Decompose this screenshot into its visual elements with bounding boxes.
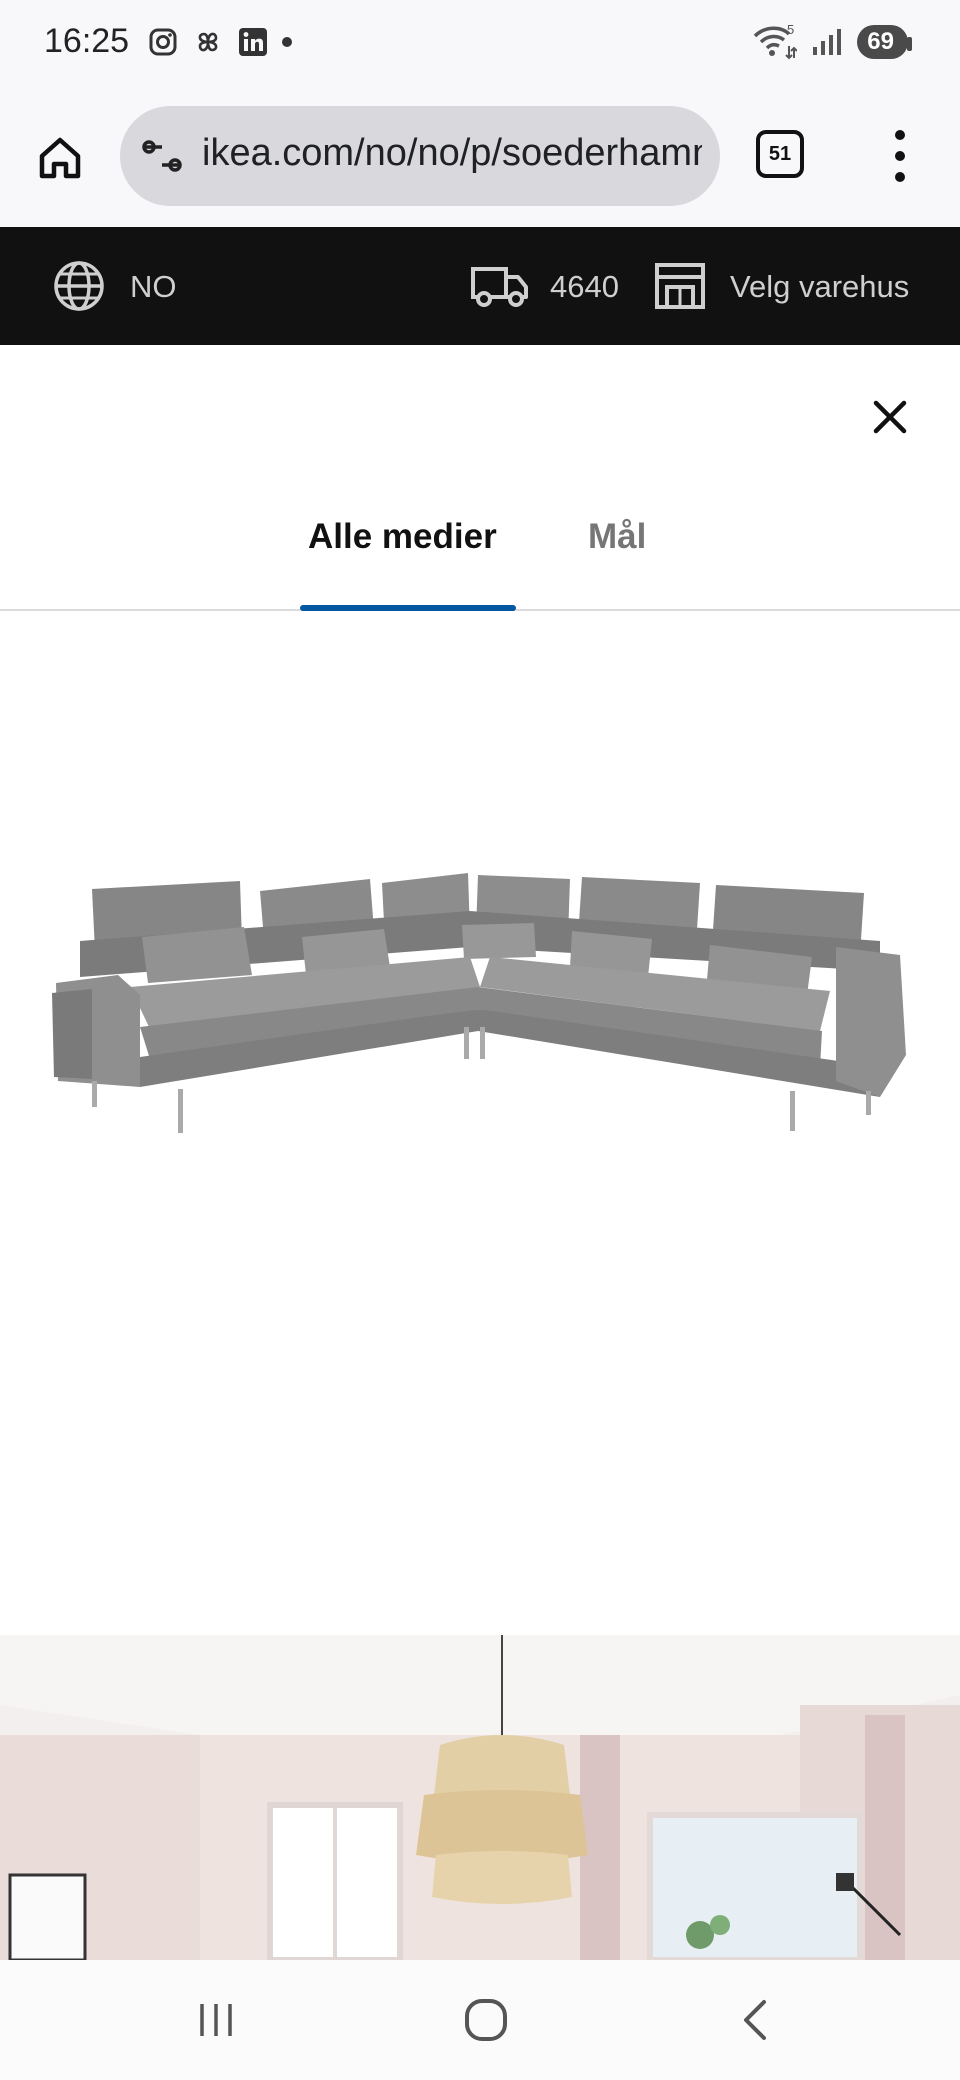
status-time: 16:25 xyxy=(44,22,130,60)
home-icon xyxy=(39,137,81,179)
delivery-truck-icon[interactable] xyxy=(470,261,530,311)
pinwheel-icon xyxy=(198,32,218,52)
system-icons: 5 69 xyxy=(753,24,912,60)
home-button[interactable] xyxy=(30,128,90,188)
recent-apps-button[interactable] xyxy=(186,1990,246,2050)
postcode-selector[interactable]: 4640 xyxy=(550,269,619,305)
linkedin-icon xyxy=(239,28,267,56)
tab-all-media[interactable]: Alle medier xyxy=(308,517,497,557)
close-icon xyxy=(873,400,907,434)
notification-icons xyxy=(148,26,292,58)
instagram-icon xyxy=(149,28,177,56)
home-nav-button[interactable] xyxy=(456,1990,516,2050)
media-modal: Alle medier Mål xyxy=(0,345,960,1960)
browser-toolbar: ikea.com/no/no/p/soederhamn 51 xyxy=(0,92,960,227)
menu-dot xyxy=(895,130,905,140)
back-chevron-icon xyxy=(744,2000,766,2040)
country-selector[interactable]: NO xyxy=(130,269,177,305)
product-image[interactable] xyxy=(0,611,960,1635)
tab-dimensions[interactable]: Mål xyxy=(588,517,646,557)
wifi-standard-label: 5 xyxy=(787,24,794,37)
menu-dot xyxy=(895,172,905,182)
menu-dot xyxy=(895,151,905,161)
home-circle-icon xyxy=(465,1999,507,2041)
system-navigation-bar xyxy=(0,1960,960,2080)
status-bar: 16:25 5 69 xyxy=(0,0,960,92)
store-icon[interactable] xyxy=(653,259,707,313)
browser-menu-button[interactable] xyxy=(880,126,920,186)
tab-count: 51 xyxy=(768,142,792,165)
ikea-top-bar: NO 4640 Velg varehus xyxy=(0,227,960,345)
battery-indicator: 69 xyxy=(857,25,912,59)
close-button[interactable] xyxy=(862,389,918,445)
corner-sofa-illustration xyxy=(52,873,906,1133)
globe-icon[interactable] xyxy=(52,259,106,313)
address-bar[interactable]: ikea.com/no/no/p/soederhamn xyxy=(120,106,720,206)
room-scene-illustration xyxy=(0,1635,960,1960)
room-scene-image[interactable] xyxy=(0,1635,960,1960)
site-settings-icon[interactable] xyxy=(140,134,184,178)
signal-icon xyxy=(813,29,842,55)
more-notifications-dot xyxy=(282,37,292,47)
back-button[interactable] xyxy=(726,1990,786,2050)
url-text[interactable]: ikea.com/no/no/p/soederhamn xyxy=(202,132,702,175)
media-tabs: Alle medier Mål xyxy=(0,495,960,611)
recent-apps-icon xyxy=(200,2004,232,2036)
wifi-icon: 5 xyxy=(754,24,798,60)
store-selector[interactable]: Velg varehus xyxy=(730,269,909,305)
tab-switcher-button[interactable]: 51 xyxy=(756,130,804,178)
